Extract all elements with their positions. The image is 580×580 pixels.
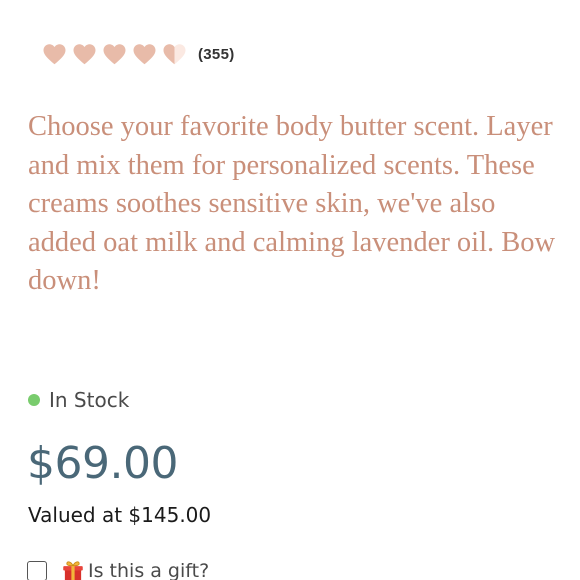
gift-checkbox[interactable] — [27, 561, 47, 580]
product-description: Choose your favorite body butter scent. … — [28, 111, 556, 296]
product-details: (355) Choose your favorite body butter s… — [0, 0, 580, 580]
valued-at-text: Valued at $145.00 — [28, 503, 212, 527]
stock-label: In Stock — [49, 388, 130, 412]
stock-indicator-dot — [28, 394, 40, 406]
heart-icon — [103, 44, 126, 65]
gift-option[interactable]: Is this a gift? — [27, 558, 209, 580]
review-count[interactable]: (355) — [198, 46, 235, 63]
gift-label: Is this a gift? — [88, 560, 210, 580]
rating-row[interactable]: (355) — [42, 42, 235, 66]
heart-icon — [73, 44, 96, 65]
stock-status: In Stock — [28, 388, 129, 412]
half-heart-icon — [163, 44, 186, 65]
heart-icon — [43, 44, 66, 65]
heart-icon — [133, 44, 156, 65]
price: $69.00 — [27, 438, 178, 489]
gift-icon — [63, 561, 83, 580]
